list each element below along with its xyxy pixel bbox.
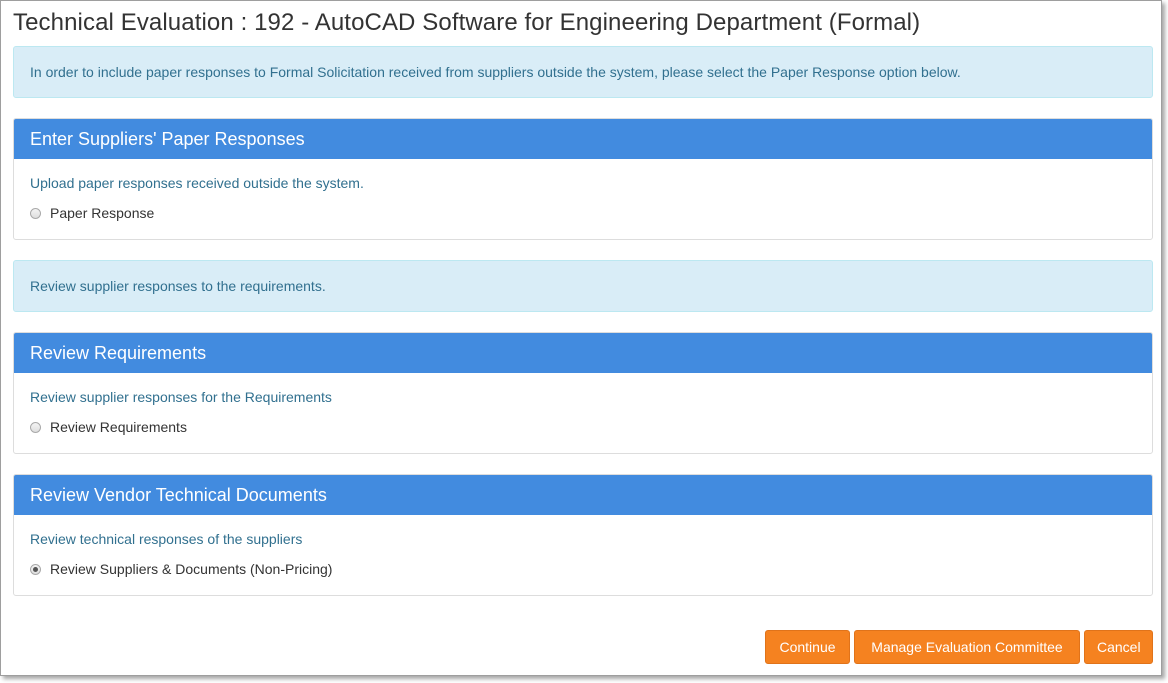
vendor-documents-panel: Review Vendor Technical Documents Review… xyxy=(13,474,1153,596)
vendor-documents-panel-heading: Review Vendor Technical Documents xyxy=(14,475,1152,515)
review-info-text: Review supplier responses to the require… xyxy=(30,278,326,294)
review-requirements-label: Review Requirements xyxy=(50,419,187,435)
vendor-documents-description: Review technical responses of the suppli… xyxy=(30,531,303,547)
paper-response-info-text: In order to include paper responses to F… xyxy=(30,64,961,80)
page-title: Technical Evaluation : 192 - AutoCAD Sof… xyxy=(13,9,921,36)
review-suppliers-documents-radio[interactable] xyxy=(30,563,41,575)
paper-response-radio[interactable] xyxy=(30,207,41,219)
paper-responses-panel: Enter Suppliers' Paper Responses Upload … xyxy=(13,118,1153,240)
review-info-alert: Review supplier responses to the require… xyxy=(13,260,1153,312)
paper-response-option[interactable]: Paper Response xyxy=(30,205,154,221)
review-suppliers-documents-label: Review Suppliers & Documents (Non-Pricin… xyxy=(50,561,333,577)
manage-evaluation-committee-button[interactable]: Manage Evaluation Committee xyxy=(854,630,1080,664)
paper-response-info-alert: In order to include paper responses to F… xyxy=(13,46,1153,98)
paper-responses-description: Upload paper responses received outside … xyxy=(30,175,364,191)
paper-response-label: Paper Response xyxy=(50,205,155,221)
review-requirements-option[interactable]: Review Requirements xyxy=(30,419,187,435)
review-requirements-description: Review supplier responses for the Requir… xyxy=(30,389,332,405)
review-requirements-radio[interactable] xyxy=(30,421,41,433)
cancel-button[interactable]: Cancel xyxy=(1084,630,1153,664)
evaluation-window: Technical Evaluation : 192 - AutoCAD Sof… xyxy=(0,0,1162,676)
paper-responses-panel-heading: Enter Suppliers' Paper Responses xyxy=(14,119,1152,159)
continue-button[interactable]: Continue xyxy=(765,630,850,664)
review-requirements-panel-heading: Review Requirements xyxy=(14,333,1152,373)
review-requirements-panel: Review Requirements Review supplier resp… xyxy=(13,332,1153,454)
review-suppliers-documents-option[interactable]: Review Suppliers & Documents (Non-Pricin… xyxy=(30,561,332,577)
